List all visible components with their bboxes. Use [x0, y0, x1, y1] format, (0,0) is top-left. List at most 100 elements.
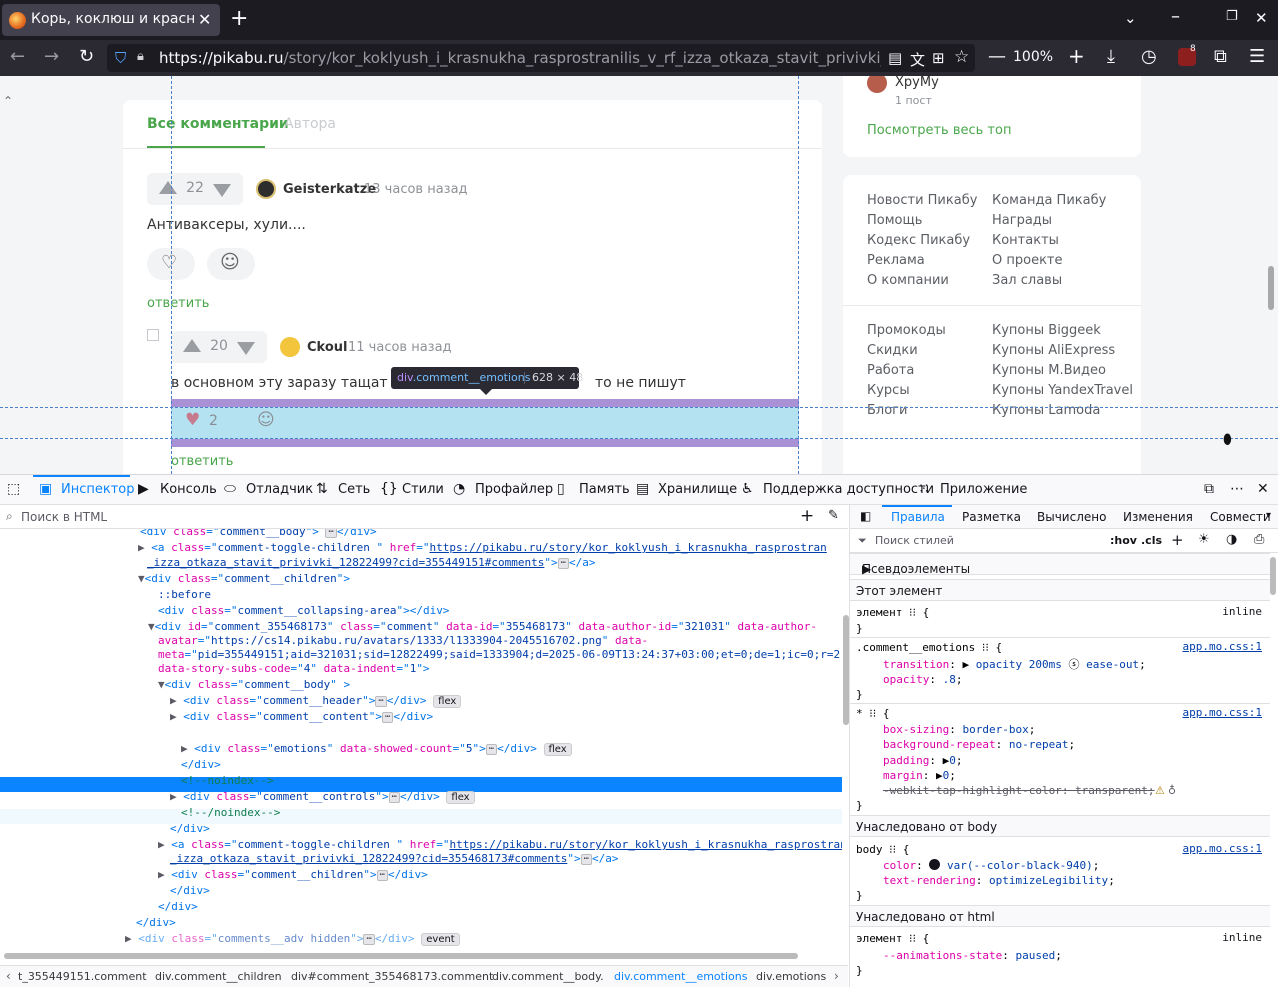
minimize-icon[interactable]: – [1171, 6, 1180, 27]
tab-all-comments[interactable]: Все комментарии [147, 116, 289, 132]
breadcrumb-item[interactable]: div.emotions [756, 970, 826, 983]
zoom-out-icon[interactable]: — [988, 46, 1006, 67]
comment-time[interactable]: 11 часов назад [348, 340, 452, 355]
back-arrow-icon[interactable]: ← [10, 46, 25, 67]
avatar[interactable] [867, 76, 887, 93]
rule-declaration[interactable]: text-rendering: optimizeLegibility; [883, 873, 1115, 888]
markup-horizontal-scrollbar[interactable] [4, 953, 798, 959]
footer-link[interactable]: Блоги [867, 403, 907, 418]
footer-link[interactable]: Команда Пикабу [992, 193, 1106, 208]
add-reaction-button[interactable]: ☺ [207, 248, 255, 280]
tab-accessibility[interactable]: Поддержка доступности [763, 482, 934, 497]
footer-link[interactable]: Промокоды [867, 323, 946, 338]
reply-link[interactable]: ответить [147, 296, 209, 311]
rule-source-link[interactable]: app.mo.css:1 [1183, 842, 1262, 855]
new-tab-button[interactable]: + [230, 6, 248, 31]
markup-line[interactable]: ▶ <a class="comment-toggle-children " hr… [138, 540, 827, 555]
collapse-thread-toggle[interactable] [147, 329, 159, 341]
tab-storage[interactable]: Хранилище [658, 482, 737, 497]
breadcrumb-scroll-left-icon[interactable]: ‹ [6, 969, 11, 983]
markup-line[interactable]: ▼<div id="comment_355468173" class="comm… [148, 619, 817, 634]
tab-inspector[interactable]: Инспектор [61, 482, 135, 497]
flex-badge[interactable]: flex [543, 743, 572, 756]
downvote-icon[interactable] [237, 342, 255, 355]
address-bar[interactable]: ⛉ 🔒︎ https://pikabu.ru/story/kor_koklyus… [107, 44, 975, 72]
markup-line[interactable]: </div> [158, 899, 198, 914]
markup-line[interactable]: <div class="comment__collapsing-area"></… [158, 603, 449, 618]
avatar[interactable] [256, 179, 276, 199]
markup-line[interactable]: ▼<div class="comment__children"> [138, 571, 350, 586]
translate-icon[interactable]: 文 [910, 49, 925, 70]
tab-console[interactable]: Консоль [160, 482, 217, 497]
footer-link[interactable]: О проекте [992, 253, 1063, 268]
forward-arrow-icon[interactable]: → [44, 46, 59, 67]
styles-filter-input[interactable]: Поиск стилей [875, 534, 954, 547]
footer-link[interactable]: Купоны YandexTravel [992, 383, 1133, 398]
breadcrumb-item[interactable]: t_355449151.comment [18, 970, 147, 983]
event-badge[interactable]: event [421, 933, 460, 946]
rule-declaration[interactable]: opacity: .8; [883, 672, 962, 687]
tab-rules[interactable]: Правила [891, 510, 945, 524]
close-devtools-icon[interactable]: ✕ [1257, 481, 1269, 497]
markup-line[interactable]: ▶ <div class="comment__header"> ⋯ </div> f… [170, 693, 462, 708]
smiley-plus-icon[interactable]: ☺ [257, 410, 275, 430]
selected-markup-line[interactable]: ▼<div class="comment__emotions"> [170, 725, 382, 740]
rules-scrollbar[interactable] [1270, 557, 1276, 595]
markup-line[interactable]: </div> [136, 915, 176, 930]
flex-badge[interactable]: flex [446, 791, 475, 804]
print-media-icon[interactable]: ⎙ [1254, 532, 1264, 547]
classes-toggle[interactable]: .cls [1141, 534, 1162, 547]
history-icon[interactable]: ◷ [1141, 46, 1157, 67]
zoom-level[interactable]: 100% [1013, 49, 1053, 65]
list-tabs-icon[interactable]: ⌄ [1124, 9, 1137, 27]
reply-link[interactable]: ответить [171, 454, 233, 469]
footer-link[interactable]: Кодекс Пикабу [867, 233, 970, 248]
tab-application[interactable]: Приложение [940, 482, 1027, 497]
toggle-sidebar-icon[interactable]: ◧ [860, 509, 871, 523]
flex-badge[interactable]: flex [433, 695, 462, 708]
bookmark-star-icon[interactable]: ☆ [954, 47, 969, 67]
light-scheme-icon[interactable]: ☀ [1198, 532, 1210, 547]
markup-line[interactable]: </div> [170, 883, 210, 898]
tab-profiler[interactable]: Профайлер [475, 482, 553, 497]
footer-link[interactable]: Купоны Lamoda [992, 403, 1100, 418]
markup-line[interactable]: <!--/noindex--> [181, 805, 280, 820]
markup-line[interactable]: data-story-subs-code="4" data-indent="1"… [158, 661, 430, 676]
markup-line[interactable]: ▶ <div class="emotions" data-showed-coun… [181, 741, 572, 756]
element-picker-icon[interactable]: ⬚ [7, 481, 20, 497]
top-user-name[interactable]: ХруМу [895, 76, 939, 90]
footer-link[interactable]: Зал славы [992, 273, 1062, 288]
comment-time[interactable]: 13 часов назад [364, 182, 468, 197]
footer-link[interactable]: Купоны Biggeek [992, 323, 1101, 338]
rule-declaration[interactable]: padding: ▶0; [883, 753, 962, 768]
rule-declaration[interactable]: margin: ▶0; [883, 768, 956, 783]
rule-selector[interactable]: элемент ⁝⁝ { [856, 931, 929, 946]
markup-line[interactable]: ▶ <div class="comment__controls"> ⋯ </div>… [170, 789, 475, 804]
markup-line[interactable]: </div> [181, 757, 221, 772]
markup-line[interactable]: ▼<div class="comment__body" > [158, 677, 350, 692]
breadcrumb-scroll-right-icon[interactable]: › [834, 969, 839, 983]
rule-declaration[interactable]: --animations-state: paused; [883, 948, 1062, 963]
html-search-input[interactable]: Поиск в HTML [21, 510, 107, 524]
footer-link[interactable]: Награды [992, 213, 1052, 228]
tab-network[interactable]: Сеть [338, 482, 370, 497]
tab-debugger[interactable]: Отладчик [246, 482, 313, 497]
breadcrumb-item-selected[interactable]: div.comment__emotions [614, 970, 747, 983]
rule-selector[interactable]: body ⁝⁝ { [856, 842, 909, 857]
downvote-icon[interactable] [213, 184, 231, 197]
breadcrumb-item[interactable]: div.comment__body. [492, 970, 604, 983]
warning-icon[interactable]: ⚠ [1155, 784, 1165, 797]
url-text[interactable]: https://pikabu.ru/story/kor_koklyush_i_k… [159, 49, 881, 67]
browser-tab[interactable]: Корь, коклюш и красну ✕ [2, 4, 220, 36]
hover-state-toggle[interactable]: :hov [1110, 534, 1137, 547]
markup-line[interactable]: _izza_otkaza_stavit_privivki_12822499?ci… [170, 851, 619, 866]
lock-icon[interactable]: 🔒︎ [137, 49, 144, 64]
comment-author[interactable]: Geisterkatze [283, 182, 376, 197]
footer-link[interactable]: Контакты [992, 233, 1059, 248]
footer-link[interactable]: Курсы [867, 383, 910, 398]
color-swatch[interactable] [929, 859, 941, 870]
footer-link[interactable]: Работа [867, 363, 914, 378]
markup-line[interactable]: meta="pid=355449151;aid=321031;sid=12822… [158, 647, 840, 662]
footer-link[interactable]: Помощь [867, 213, 922, 228]
rule-declaration[interactable]: box-sizing: border-box; [883, 722, 1035, 737]
